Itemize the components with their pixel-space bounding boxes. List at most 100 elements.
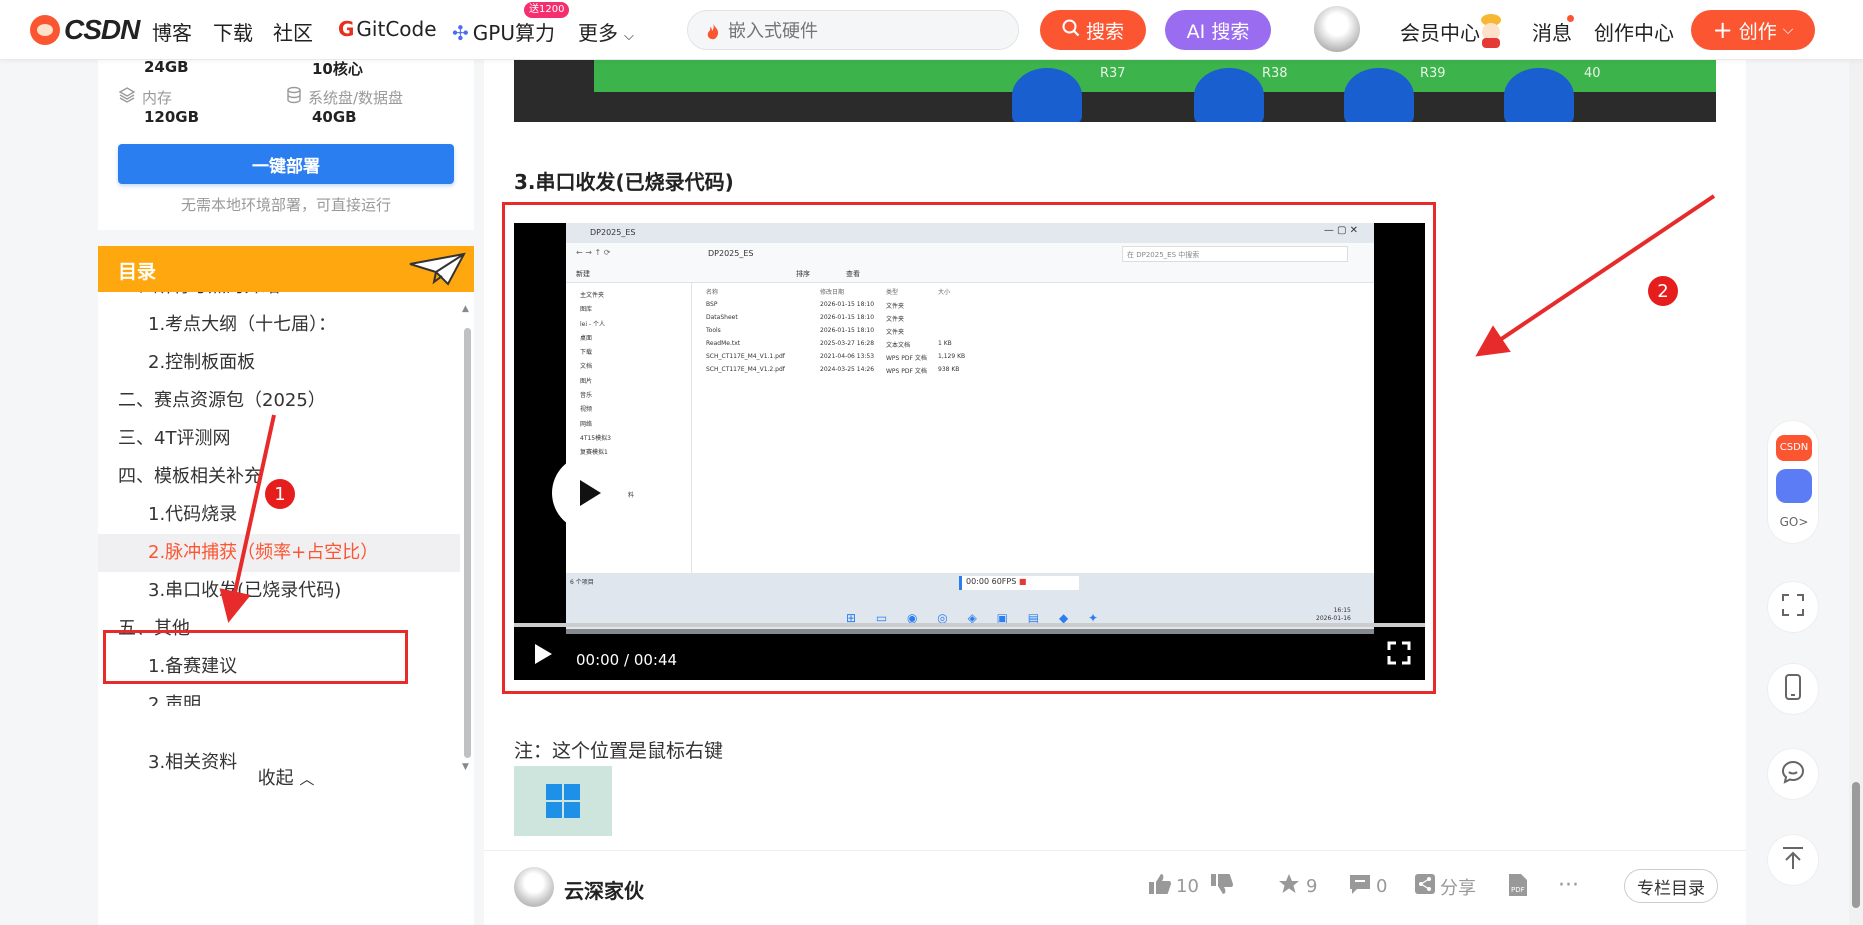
file-date: 2024-03-25 14:26 xyxy=(820,366,875,373)
nav-more[interactable]: 更多 ⌵ xyxy=(578,17,634,46)
board-label: R38 xyxy=(1262,66,1288,81)
nav-gitcode-label: GitCode xyxy=(356,17,437,41)
explorer-address-bar: ← → ↑ ⟳ DP2025_ES 在 DP2025_ES 中搜索 xyxy=(566,243,1374,265)
gpu-memory-value: 24GB xyxy=(144,58,189,76)
mobile-view-button[interactable] xyxy=(1767,663,1819,715)
toc-item[interactable]: 一、所有考点的介绍 xyxy=(98,292,460,306)
table-of-contents: 目录 一、所有考点的介绍 1.考点大纲（十七届）： 2.控制板面板 二、赛点资源… xyxy=(98,246,474,925)
video-progress-track[interactable] xyxy=(514,623,1425,627)
more-options-icon[interactable]: ··· xyxy=(1558,873,1579,898)
phone-icon xyxy=(1785,673,1801,705)
page-scrollbar-thumb[interactable] xyxy=(1852,782,1860,908)
nav-community[interactable]: 社区 xyxy=(273,17,313,46)
pdf-download-button[interactable]: PDF xyxy=(1508,873,1528,902)
memory-label-row: 内存 xyxy=(118,86,172,108)
toc-collapse-button[interactable]: 收起 ︿ xyxy=(98,764,474,790)
toc-item[interactable]: 三、4T评测网 xyxy=(98,420,460,458)
record-stop-icon: ■ xyxy=(1018,577,1027,586)
paper-plane-icon xyxy=(408,252,466,291)
csdn-logo[interactable]: CSDN xyxy=(30,14,140,46)
explorer-nav-item: 音乐 xyxy=(580,392,593,400)
toc-item[interactable]: 二、赛点资源包（2025） xyxy=(98,382,460,420)
disk-label: 系统盘/数据盘 xyxy=(308,88,404,107)
toc-header: 目录 xyxy=(98,246,474,292)
toc-collapse-label: 收起 xyxy=(257,768,294,789)
column-toc-button[interactable]: 专栏目录 xyxy=(1624,869,1718,903)
hot-fire-icon xyxy=(706,23,720,45)
feedback-button[interactable] xyxy=(1767,748,1819,800)
toc-item-active[interactable]: 2.脉冲捕获（频率+占空比） xyxy=(98,534,460,572)
search-input[interactable] xyxy=(728,19,998,43)
ai-search-button[interactable]: AI 搜索 xyxy=(1165,10,1271,50)
play-icon[interactable] xyxy=(532,642,554,671)
create-button[interactable]: + 创作 ⌵ xyxy=(1691,10,1815,50)
fullscreen-icon[interactable] xyxy=(1387,641,1411,670)
recorder-fps: 60FPS xyxy=(991,577,1017,586)
cpu-cores-value: 10核心 xyxy=(312,60,363,78)
toc-item[interactable]: 1.备赛建议 xyxy=(98,648,460,686)
explorer-search: 在 DP2025_ES 中搜索 xyxy=(1122,246,1348,262)
potentiometer-icon xyxy=(1194,68,1264,122)
chevron-up-icon: ︿ xyxy=(299,770,315,788)
explorer-breadcrumb: DP2025_ES xyxy=(708,249,754,258)
search-icon xyxy=(1062,19,1080,42)
board-label: R37 xyxy=(1100,66,1126,81)
nav-download[interactable]: 下载 xyxy=(213,17,253,46)
explorer-sort: 排序 xyxy=(796,270,810,278)
comment-count: 0 xyxy=(1376,876,1388,897)
chevron-down-icon: ⌵ xyxy=(624,29,634,44)
like-button[interactable]: 10 xyxy=(1148,873,1199,900)
fullscreen-read-button[interactable] xyxy=(1767,581,1819,633)
toc-scrollbar[interactable]: ▲ ▼ xyxy=(460,292,474,772)
toc-item[interactable]: 2.控制板面板 xyxy=(98,344,460,382)
annotation-badge-2: 2 xyxy=(1648,276,1678,306)
video-player[interactable]: DP2025_ES — ▢ ✕ ← → ↑ ⟳ DP2025_ES 在 DP20… xyxy=(514,223,1425,680)
toc-scrollbar-thumb[interactable] xyxy=(464,328,471,758)
nav-creator-center[interactable]: 创作中心 xyxy=(1594,17,1674,46)
play-icon xyxy=(580,480,601,506)
nav-gitcode[interactable]: G GitCode xyxy=(338,17,437,41)
page-scrollbar[interactable] xyxy=(1849,60,1863,925)
share-button[interactable]: 分享 xyxy=(1414,873,1476,900)
svg-text:PDF: PDF xyxy=(1511,886,1525,894)
top-navigation-bar: CSDN 博客 下载 社区 G GitCode ✣ GPU算力 送1200 更多 ⌵ … xyxy=(0,0,1863,60)
explorer-nav-item: 图库 xyxy=(580,306,593,314)
comment-button[interactable]: 0 xyxy=(1348,873,1387,900)
file-type: 文件夹 xyxy=(886,303,905,310)
favorite-button[interactable]: 9 xyxy=(1278,873,1317,900)
csdn-go-widget[interactable]: CSDN GO> xyxy=(1767,420,1819,544)
potentiometer-icon xyxy=(1344,68,1414,122)
toc-item[interactable]: 2.声明 xyxy=(98,686,460,706)
file-date: 2026-01-15 18:10 xyxy=(820,314,875,321)
annotation-badge-1: 1 xyxy=(265,479,295,509)
note-text: 注：这个位置是鼠标右键 xyxy=(514,740,724,762)
nav-gpu[interactable]: ✣ GPU算力 xyxy=(452,17,555,46)
file-row: SCH_CT117E_M4_V1.1.pdf 2021-04-06 13:53 WP… xyxy=(692,353,992,365)
user-avatar[interactable] xyxy=(1314,6,1360,52)
search-box[interactable] xyxy=(687,10,1019,50)
back-to-top-button[interactable] xyxy=(1767,834,1819,886)
explorer-new: 新建 xyxy=(576,270,590,278)
window-controls-icon: — ▢ ✕ xyxy=(1323,225,1358,236)
col-type: 类型 xyxy=(886,289,899,296)
explorer-nav-item: 图片 xyxy=(580,377,593,385)
toc-item[interactable]: 1.考点大纲（十七届）： xyxy=(98,306,460,344)
nav-gpu-label: GPU算力 xyxy=(472,21,555,45)
one-click-deploy-button[interactable]: 一键部署 xyxy=(118,144,454,184)
author-avatar[interactable] xyxy=(514,867,554,907)
nav-blog[interactable]: 博客 xyxy=(152,17,192,46)
dislike-button[interactable] xyxy=(1210,873,1234,900)
nav-vip-center[interactable]: 会员中心 xyxy=(1400,17,1480,46)
author-name[interactable]: 云深家伙 xyxy=(564,875,644,904)
search-button[interactable]: 搜索 xyxy=(1040,10,1146,50)
file-name: BSP xyxy=(706,301,718,308)
col-size: 大小 xyxy=(938,289,951,296)
toc-item[interactable]: 3.串口收发(已烧录代码) xyxy=(98,572,460,610)
file-row: DataSheet 2026-01-15 18:10 文件夹 xyxy=(692,314,992,326)
nav-messages[interactable]: 消息 xyxy=(1532,17,1572,46)
explorer-nav-item: 网络 xyxy=(580,420,593,428)
toc-item[interactable]: 五、其他 xyxy=(98,610,460,648)
play-button-large[interactable] xyxy=(552,455,628,531)
favorite-count: 9 xyxy=(1306,876,1318,897)
vip-mascot-icon[interactable] xyxy=(1476,12,1506,48)
